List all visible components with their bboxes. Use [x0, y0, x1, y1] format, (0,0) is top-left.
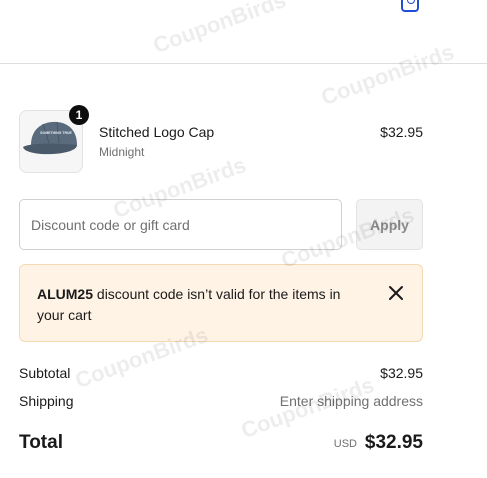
discount-error-alert: ALUM25 discount code isn’t valid for the…	[19, 264, 423, 342]
subtotal-value: $32.95	[380, 365, 423, 381]
cap-logo-text: SOMETHING TRUE	[40, 131, 72, 135]
header-bar	[0, 0, 487, 64]
quantity-badge: 1	[69, 105, 89, 125]
total-currency: USD	[333, 438, 357, 450]
subtotal-label: Subtotal	[19, 365, 71, 381]
cap-image: SOMETHING TRUE	[23, 121, 77, 155]
product-price: $32.95	[380, 124, 423, 140]
product-variant: Midnight	[99, 145, 145, 159]
shipping-value: Enter shipping address	[279, 393, 423, 409]
shipping-label: Shipping	[19, 393, 74, 409]
shopping-bag-icon[interactable]	[401, 0, 419, 12]
apply-button[interactable]: Apply	[356, 199, 423, 250]
total-value: $32.95	[364, 432, 423, 453]
total-label: Total	[19, 432, 63, 453]
product-name: Stitched Logo Cap	[99, 124, 215, 140]
alert-message: ALUM25 discount code isn’t valid for the…	[37, 284, 357, 326]
alert-code: ALUM25	[37, 286, 94, 302]
discount-code-input[interactable]	[19, 199, 342, 250]
close-icon[interactable]	[386, 283, 406, 303]
